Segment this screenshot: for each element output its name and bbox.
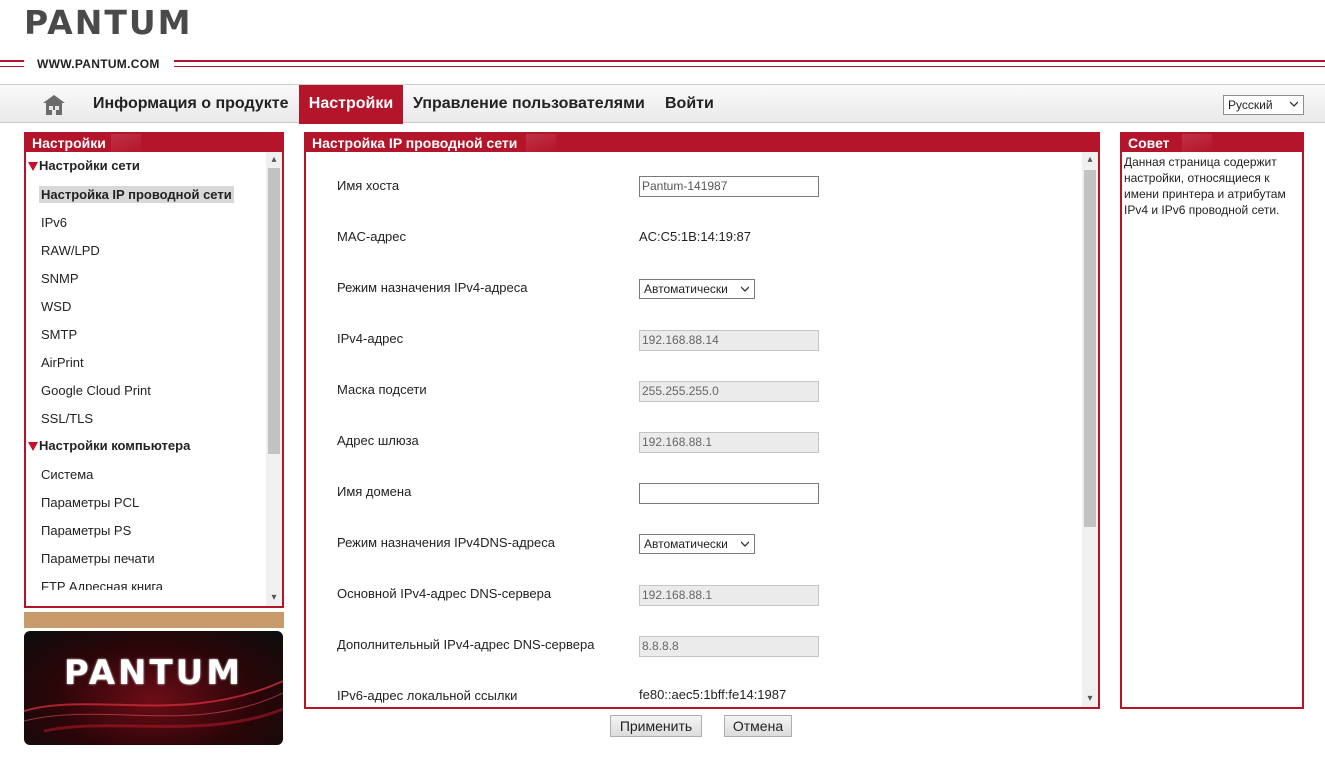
dns-mode-select[interactable]: Автоматически bbox=[639, 534, 755, 554]
ipv4-address-label: IPv4-адрес bbox=[337, 331, 404, 346]
wired-ip-panel: Настройка IP проводной сети Имя хоста Pa… bbox=[304, 132, 1100, 709]
dns-secondary-label: Дополнительный IPv4-адрес DNS-сервера bbox=[337, 637, 595, 652]
scroll-down-icon[interactable]: ▾ bbox=[1082, 691, 1098, 707]
menu-item-wired-ip[interactable]: Настройка IP проводной сети bbox=[39, 186, 234, 203]
dns-mode-label: Режим назначения IPv4DNS-адреса bbox=[337, 535, 555, 550]
dns-primary-input[interactable]: 192.168.88.1 bbox=[639, 585, 819, 606]
subnet-mask-label: Маска подсети bbox=[337, 382, 427, 397]
menu-item-google-cloud-print[interactable]: Google Cloud Print bbox=[41, 382, 151, 399]
pantum-brand-banner: PANTUM bbox=[24, 631, 283, 745]
language-value: Русский bbox=[1228, 98, 1273, 112]
apply-button[interactable]: Применить bbox=[610, 715, 702, 737]
ipv4-mode-label: Режим назначения IPv4-адреса bbox=[337, 280, 528, 295]
dns-primary-label: Основной IPv4-адрес DNS-сервера bbox=[337, 586, 552, 601]
menu-item-print-params[interactable]: Параметры печати bbox=[41, 550, 155, 567]
menu-item-ssl-tls[interactable]: SSL/TLS bbox=[41, 410, 93, 427]
menu-group-network[interactable]: Настройки сети bbox=[28, 158, 140, 173]
nav-user-management[interactable]: Управление пользователями bbox=[413, 85, 645, 124]
cancel-button[interactable]: Отмена bbox=[724, 715, 792, 737]
sidebar-divider bbox=[24, 612, 284, 628]
brand-logo-text: PANTUM bbox=[63, 653, 244, 693]
menu-item-ipv6[interactable]: IPv6 bbox=[41, 214, 67, 231]
ipv4-address-input[interactable]: 192.168.88.14 bbox=[639, 330, 819, 351]
domain-label: Имя домена bbox=[337, 484, 412, 499]
dns-secondary-input[interactable]: 8.8.8.8 bbox=[639, 636, 819, 657]
gateway-label: Адрес шлюза bbox=[337, 433, 419, 448]
ipv6-link-local-value: fe80::aec5:1bff:fe14:1987 bbox=[639, 687, 787, 702]
language-select[interactable]: Русский bbox=[1223, 95, 1304, 115]
site-url[interactable]: WWW.PANTUM.COM bbox=[36, 57, 161, 71]
ipv6-link-local-label: IPv6-адрес локальной ссылки bbox=[337, 688, 518, 703]
hostname-input[interactable]: Pantum-141987 bbox=[639, 176, 819, 197]
mac-value: AC:C5:1B:14:19:87 bbox=[639, 229, 752, 244]
ipv4-mode-value: Автоматически bbox=[644, 282, 728, 296]
dns-mode-value: Автоматически bbox=[644, 537, 728, 551]
settings-sidebar: Настройки Настройки сети Настройка IP пр… bbox=[24, 132, 284, 608]
triangle-down-icon bbox=[28, 162, 38, 171]
tip-title: Совет bbox=[1128, 135, 1170, 151]
scroll-down-icon[interactable]: ▾ bbox=[266, 590, 282, 606]
main-title-bar: Настройка IP проводной сети bbox=[306, 134, 1098, 152]
hostname-label: Имя хоста bbox=[337, 178, 400, 193]
gateway-input[interactable]: 192.168.88.1 bbox=[639, 432, 819, 453]
sidebar-scroll-thumb[interactable] bbox=[268, 168, 280, 454]
domain-input[interactable] bbox=[639, 483, 819, 504]
scroll-up-icon[interactable]: ▴ bbox=[266, 152, 282, 168]
chevron-down-icon bbox=[741, 541, 749, 547]
menu-item-wsd[interactable]: WSD bbox=[41, 298, 71, 315]
triangle-down-icon bbox=[28, 442, 38, 451]
menu-item-snmp[interactable]: SNMP bbox=[41, 270, 79, 287]
tip-panel: Совет Данная страница содержит настройки… bbox=[1120, 132, 1304, 709]
site-url-bar: WWW.PANTUM.COM bbox=[0, 56, 1325, 72]
menu-item-pcl[interactable]: Параметры PCL bbox=[41, 494, 139, 511]
menu-item-ftp-address-book[interactable]: FTP Адресная книга bbox=[41, 578, 163, 590]
top-nav: Информация о продукте Настройки Управлен… bbox=[0, 84, 1325, 124]
menu-item-smtp[interactable]: SMTP bbox=[41, 326, 77, 343]
sidebar-title-bar: Настройки bbox=[26, 134, 282, 152]
menu-item-airprint[interactable]: AirPrint bbox=[41, 354, 84, 371]
home-icon[interactable] bbox=[42, 94, 66, 116]
menu-group-computer[interactable]: Настройки компьютера bbox=[28, 438, 190, 453]
chevron-down-icon bbox=[1290, 101, 1298, 107]
subnet-mask-input[interactable]: 255.255.255.0 bbox=[639, 381, 819, 402]
pantum-logo: PANTUM bbox=[24, 3, 193, 42]
sidebar-menu: Настройки сети Настройка IP проводной се… bbox=[26, 152, 266, 590]
tip-text: Данная страница содержит настройки, отно… bbox=[1124, 155, 1286, 217]
main-title: Настройка IP проводной сети bbox=[312, 135, 518, 151]
scroll-up-icon[interactable]: ▴ bbox=[1082, 152, 1098, 168]
nav-product-info[interactable]: Информация о продукте bbox=[93, 85, 288, 124]
menu-item-raw-lpd[interactable]: RAW/LPD bbox=[41, 242, 100, 259]
main-scroll-thumb[interactable] bbox=[1084, 170, 1096, 527]
nav-settings[interactable]: Настройки bbox=[299, 85, 403, 124]
menu-item-system[interactable]: Система bbox=[41, 466, 93, 483]
ipv4-mode-select[interactable]: Автоматически bbox=[639, 279, 755, 299]
sidebar-title: Настройки bbox=[32, 135, 106, 151]
menu-item-ps[interactable]: Параметры PS bbox=[41, 522, 131, 539]
nav-login[interactable]: Войти bbox=[665, 85, 714, 124]
tip-title-bar: Совет bbox=[1122, 134, 1302, 152]
chevron-down-icon bbox=[741, 286, 749, 292]
mac-label: MAC-адрес bbox=[337, 229, 406, 244]
sidebar-scrollbar[interactable]: ▴ ▾ bbox=[266, 152, 282, 606]
main-scrollbar[interactable]: ▴ ▾ bbox=[1082, 152, 1098, 707]
